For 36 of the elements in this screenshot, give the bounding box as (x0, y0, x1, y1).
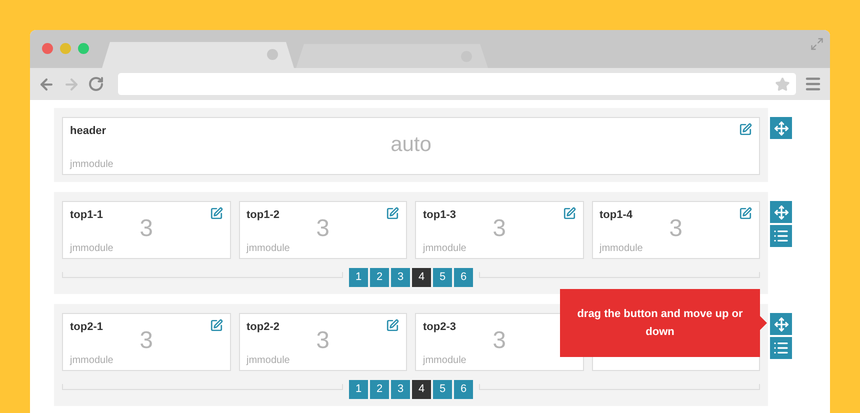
column-count-button[interactable]: 4 (412, 380, 431, 398)
module-label: jmmodule (600, 243, 644, 254)
column-size: 3 (316, 333, 330, 355)
position-title: header (70, 125, 108, 137)
column-size: 3 (492, 221, 506, 243)
module-label: jmmodule (246, 243, 291, 254)
column-count-button[interactable]: 4 (412, 268, 431, 286)
column-size: 3 (140, 333, 153, 355)
position-title: top1-1 (70, 209, 104, 221)
module-label: jmmodule (70, 159, 114, 170)
column-count-button[interactable]: 3 (391, 268, 410, 286)
column-size: 3 (669, 221, 682, 243)
column-count-button[interactable]: 5 (433, 380, 452, 398)
column-size: auto (390, 137, 432, 158)
column-count-button[interactable]: 2 (370, 268, 389, 286)
position-title: top2-3 (423, 321, 457, 333)
position-title: top1-2 (246, 209, 280, 221)
column-count-button[interactable]: 3 (391, 380, 410, 398)
position-title: top2-2 (246, 321, 280, 333)
column-count-button[interactable]: 6 (454, 380, 473, 398)
column-count-button[interactable]: 1 (349, 268, 368, 286)
column-count-button[interactable]: 5 (433, 268, 452, 286)
module-label: jmmodule (246, 355, 291, 366)
module-label: jmmodule (423, 243, 468, 254)
position-title: top1-4 (600, 209, 634, 221)
column-size: 3 (316, 221, 330, 243)
column-count-button[interactable]: 1 (349, 380, 368, 398)
module-label: jmmodule (70, 355, 114, 366)
module-label: jmmodule (70, 243, 114, 254)
column-count-button[interactable]: 6 (454, 268, 473, 286)
column-size: 3 (492, 333, 506, 355)
column-size: 3 (140, 221, 153, 243)
column-count-button[interactable]: 2 (370, 380, 389, 398)
position-title: top2-1 (70, 321, 104, 333)
position-title: top1-3 (423, 209, 457, 221)
module-label: jmmodule (423, 355, 468, 366)
